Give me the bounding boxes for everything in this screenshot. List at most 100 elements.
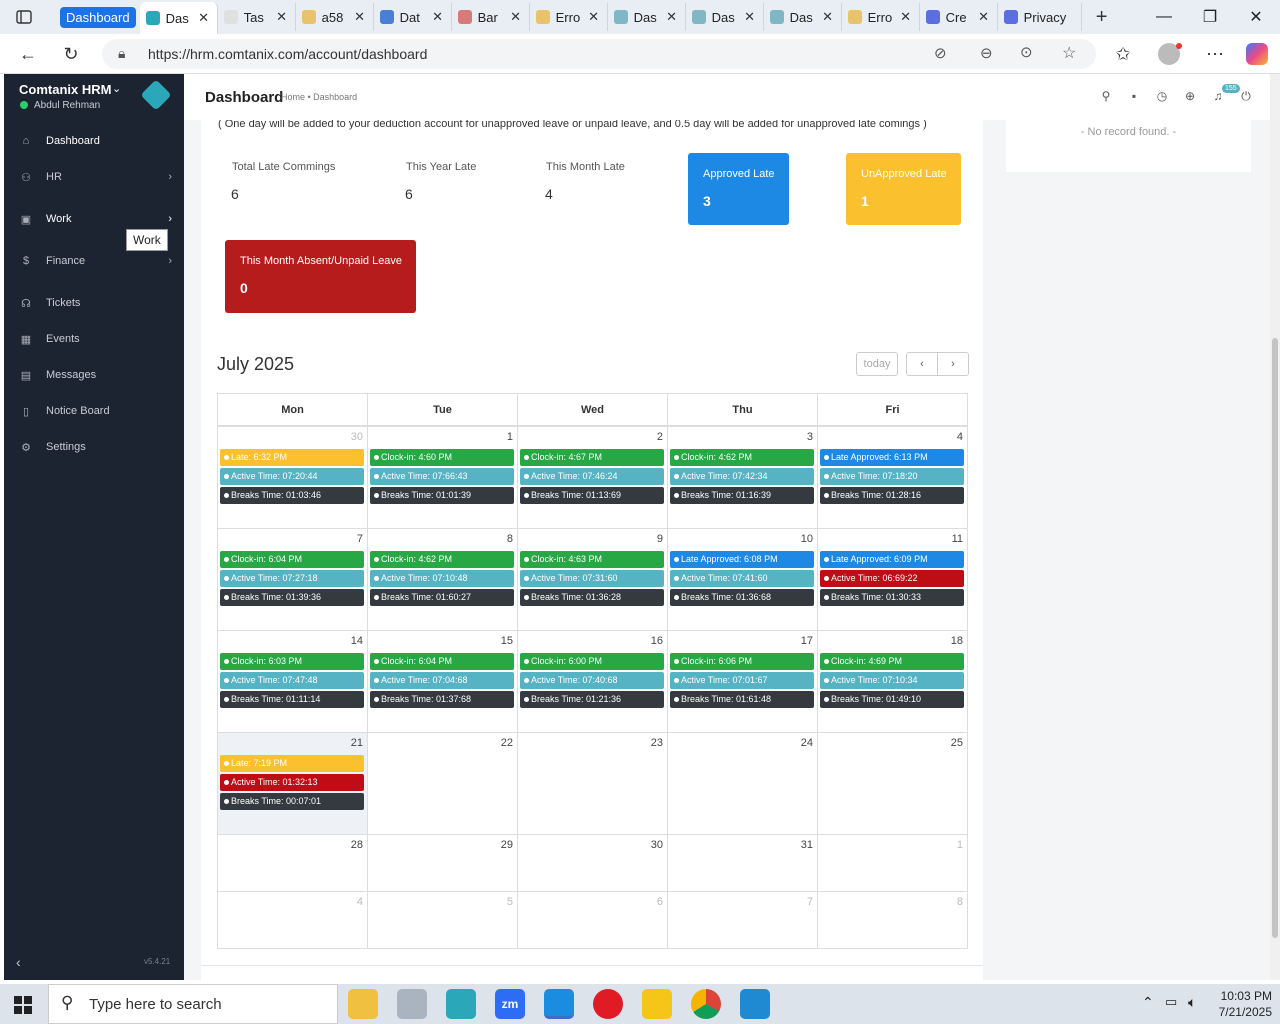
day-number[interactable]: 31	[801, 839, 813, 851]
calendar-day-cell[interactable]: 31	[667, 834, 818, 892]
calendar-event-clockin[interactable]: Clock-in: 4:69 PM	[820, 653, 964, 670]
calendar-event-approved[interactable]: Late Approved: 6:13 PM	[820, 449, 964, 466]
day-number[interactable]: 18	[951, 635, 963, 647]
day-number[interactable]: 7	[807, 896, 813, 908]
calendar-day-cell[interactable]: 7 Clock-in: 6:04 PM Active Time: 07:27:18 B…	[217, 528, 368, 631]
calendar-event-active[interactable]: Active Time: 07:10:48	[370, 570, 514, 587]
search-icon[interactable]: ⚲	[1098, 88, 1114, 104]
calendar-event-active[interactable]: Active Time: 07:27:18	[220, 570, 364, 587]
brand-chevron-icon[interactable]: ⌄	[112, 82, 121, 95]
calendar-event-clockin[interactable]: Clock-in: 4:62 PM	[370, 551, 514, 568]
calendar-day-cell[interactable]: 7	[667, 891, 818, 949]
tab-close-icon[interactable]: ✕	[275, 9, 289, 25]
stat-box-unapproved-late[interactable]: UnApproved Late 1	[846, 153, 961, 225]
add-icon[interactable]: ⊕	[1182, 88, 1198, 104]
calendar-day-cell[interactable]: 17 Clock-in: 6:06 PM Active Time: 07:01:67…	[667, 630, 818, 733]
breadcrumb[interactable]: Home • Dashboard	[281, 92, 357, 102]
calendar-event-active[interactable]: Active Time: 07:18:20	[820, 468, 964, 485]
calendar-day-cell[interactable]: 11 Late Approved: 6:09 PM Active Time: 06:…	[817, 528, 968, 631]
calendar-day-cell[interactable]: 14 Clock-in: 6:03 PM Active Time: 07:47:48…	[217, 630, 368, 733]
calendar-event-breaks[interactable]: Breaks Time: 01:61:48	[670, 691, 814, 708]
calendar-event-active[interactable]: Active Time: 07:40:68	[520, 672, 664, 689]
day-number[interactable]: 1	[507, 431, 513, 443]
day-number[interactable]: 2	[657, 431, 663, 443]
page-scrollbar[interactable]	[1270, 74, 1280, 980]
calendar-event-danger[interactable]: Active Time: 06:69:22	[820, 570, 964, 587]
tab-close-icon[interactable]: ✕	[821, 9, 835, 25]
sidebar-item-hr[interactable]: ⚇ HR ›	[4, 162, 184, 192]
clock-icon[interactable]: ◷	[1154, 88, 1170, 104]
day-number[interactable]: 14	[351, 635, 363, 647]
calendar-event-breaks[interactable]: Breaks Time: 01:39:36	[220, 589, 364, 606]
calendar-day-cell[interactable]: 9 Clock-in: 4:63 PM Active Time: 07:31:60 B…	[517, 528, 668, 631]
edge-icon[interactable]	[544, 989, 574, 1019]
calendar-event-breaks[interactable]: Breaks Time: 00:07:01	[220, 793, 364, 810]
calendar-day-cell[interactable]: 3 Clock-in: 4:62 PM Active Time: 07:42:34 B…	[667, 426, 818, 529]
calendar-event-active[interactable]: Active Time: 07:41:60	[670, 570, 814, 587]
calendar-event-breaks[interactable]: Breaks Time: 01:11:14	[220, 691, 364, 708]
calendar-event-breaks[interactable]: Breaks Time: 01:36:68	[670, 589, 814, 606]
calendar-event-active[interactable]: Active Time: 07:66:43	[370, 468, 514, 485]
windows-start-icon[interactable]	[14, 996, 32, 1014]
tracking-icon[interactable]: ⊘	[934, 44, 947, 62]
stat-box-approved-late[interactable]: Approved Late 3	[688, 153, 789, 225]
url-text[interactable]: https://hrm.comtanix.com/account/dashboa…	[148, 46, 427, 62]
power-icon[interactable]: ⏻	[1238, 88, 1254, 104]
stat-box-this-month-absent-unpaid-leave[interactable]: This Month Absent/Unpaid Leave 0	[225, 240, 416, 313]
day-number[interactable]: 8	[507, 533, 513, 545]
day-number[interactable]: 24	[801, 737, 813, 749]
sidebar-item-dashboard[interactable]: ⌂ Dashboard	[4, 126, 184, 156]
calendar-event-approved[interactable]: Late Approved: 6:08 PM	[670, 551, 814, 568]
calendar-day-cell[interactable]: 30 Late: 6:32 PM Active Time: 07:20:44 Brea…	[217, 426, 368, 529]
browser-tab[interactable]: Bar ✕	[452, 3, 530, 31]
network-icon[interactable]: ▭	[1165, 994, 1177, 1010]
chrome-icon[interactable]	[691, 989, 721, 1019]
prev-month-button[interactable]: ‹	[906, 352, 938, 376]
calendar-event-active[interactable]: Active Time: 07:20:44	[220, 468, 364, 485]
day-number[interactable]: 1	[957, 839, 963, 851]
browser-tab[interactable]: Erro ✕	[842, 3, 920, 31]
calendar-day-cell[interactable]: 6	[517, 891, 668, 949]
day-number[interactable]: 3	[807, 431, 813, 443]
calendar-event-breaks[interactable]: Breaks Time: 01:36:28	[520, 589, 664, 606]
calendar-event-breaks[interactable]: Breaks Time: 01:37:68	[370, 691, 514, 708]
taskbar-search-box[interactable]: ⚲ Type here to search	[48, 984, 338, 1024]
calendar-day-cell[interactable]: 21 Late: 7:19 PM Active Time: 01:32:13 Brea…	[217, 732, 368, 835]
calendar-event-late[interactable]: Late: 6:32 PM	[220, 449, 364, 466]
close-window-button[interactable]: ✕	[1233, 0, 1279, 34]
calendar-event-clockin[interactable]: Clock-in: 6:00 PM	[520, 653, 664, 670]
tab-group-label[interactable]: Dashboard	[60, 6, 136, 28]
lock-icon[interactable]: 🔒︎	[118, 45, 125, 62]
tab-close-icon[interactable]: ✕	[743, 9, 757, 25]
day-number[interactable]: 25	[951, 737, 963, 749]
day-number[interactable]: 5	[507, 896, 513, 908]
calendar-event-clockin[interactable]: Clock-in: 6:06 PM	[670, 653, 814, 670]
calendar-day-cell[interactable]: 28	[217, 834, 368, 892]
calendar-day-cell[interactable]: 8 Clock-in: 4:62 PM Active Time: 07:10:48 B…	[367, 528, 518, 631]
calendar-day-cell[interactable]: 1 Clock-in: 4:60 PM Active Time: 07:66:43 B…	[367, 426, 518, 529]
calendar-event-active[interactable]: Active Time: 07:01:67	[670, 672, 814, 689]
day-number[interactable]: 6	[657, 896, 663, 908]
browser-tab[interactable]: Das ✕	[608, 3, 686, 31]
tab-close-icon[interactable]: ✕	[899, 9, 913, 25]
show-hidden-icons[interactable]: ⌃	[1142, 994, 1154, 1011]
calendar-day-cell[interactable]: 29	[367, 834, 518, 892]
day-number[interactable]: 8	[957, 896, 963, 908]
sidebar-item-events[interactable]: ▦ Events	[4, 324, 184, 354]
day-number[interactable]: 29	[501, 839, 513, 851]
calendar-day-cell[interactable]: 16 Clock-in: 6:00 PM Active Time: 07:40:68…	[517, 630, 668, 733]
system-clock[interactable]: 10:03 PM 7/21/2025	[1219, 988, 1272, 1020]
calendar-event-breaks[interactable]: Breaks Time: 01:28:16	[820, 487, 964, 504]
calendar-day-cell[interactable]: 24	[667, 732, 818, 835]
tab-close-icon[interactable]: ✕	[353, 9, 367, 25]
scrollbar-thumb[interactable]	[1272, 338, 1278, 938]
today-button[interactable]: today	[856, 352, 898, 376]
day-number[interactable]: 4	[957, 431, 963, 443]
vscode-icon[interactable]	[740, 989, 770, 1019]
day-number[interactable]: 9	[657, 533, 663, 545]
browser-tab[interactable]: Das ✕	[139, 2, 218, 34]
calendar-day-cell[interactable]: 1	[817, 834, 968, 892]
day-number[interactable]: 17	[801, 635, 813, 647]
new-tab-button[interactable]: +	[1082, 0, 1122, 34]
browser-tab[interactable]: Dat ✕	[374, 3, 452, 31]
